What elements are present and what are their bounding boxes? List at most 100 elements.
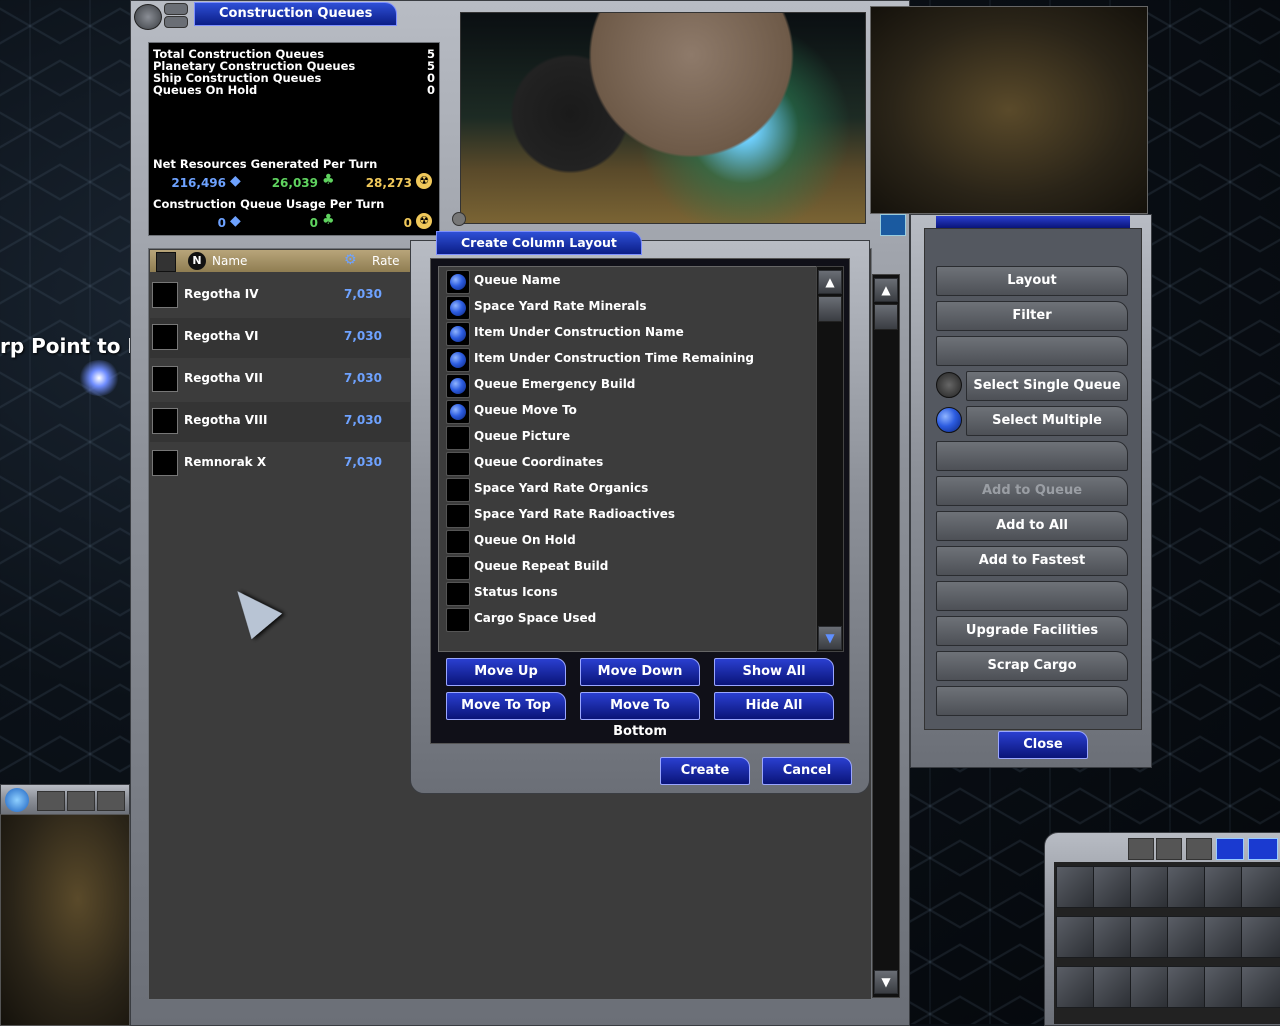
scroll-thumb[interactable]: [818, 296, 842, 322]
minimize-icon[interactable]: [164, 3, 188, 15]
fleet-icon[interactable]: [67, 791, 95, 811]
show-all-button[interactable]: Show All: [714, 658, 834, 686]
move-to-bottom-button[interactable]: Move To Bottom: [580, 692, 700, 739]
small-icon[interactable]: [452, 212, 466, 226]
toolbox-tool-icon[interactable]: [1130, 916, 1170, 958]
column-option[interactable]: Queue Name: [444, 269, 814, 295]
column-option[interactable]: Item Under Construction Time Remaining: [444, 347, 814, 373]
column-checkbox[interactable]: [446, 296, 470, 320]
column-checkbox[interactable]: [446, 348, 470, 372]
table-row[interactable]: Regotha IV 7,030: [150, 276, 410, 316]
hide-all-button[interactable]: Hide All: [714, 692, 834, 720]
toolbox-tool-icon[interactable]: [1130, 866, 1170, 908]
toolbox-tool-icon[interactable]: [1167, 866, 1207, 908]
move-down-button[interactable]: Move Down: [580, 658, 700, 686]
toolbox-tool-icon[interactable]: [1241, 916, 1280, 958]
column-option[interactable]: Queue Repeat Build: [444, 555, 814, 581]
column-checkbox[interactable]: [446, 504, 470, 528]
column-option[interactable]: Cargo Space Used: [444, 607, 814, 633]
table-scrollbar[interactable]: [872, 274, 900, 998]
toolbox-tool-icon[interactable]: [1241, 866, 1280, 908]
sector-map[interactable]: [870, 6, 1148, 214]
column-checkbox[interactable]: [446, 374, 470, 398]
window-menu-icon[interactable]: [134, 4, 162, 30]
move-to-top-button[interactable]: Move To Top: [446, 692, 566, 720]
scroll-down-button[interactable]: ▼: [818, 626, 842, 650]
create-button[interactable]: Create: [660, 757, 750, 785]
toolbox-tab-icon[interactable]: [1216, 838, 1244, 860]
upgrade-facilities-button[interactable]: Upgrade Facilities: [936, 616, 1128, 646]
name-sort-icon[interactable]: N: [188, 252, 206, 270]
select-multiple-radio[interactable]: [936, 407, 962, 433]
table-row[interactable]: Regotha VII 7,030: [150, 360, 410, 400]
toolbox-tool-icon[interactable]: [1167, 916, 1207, 958]
add-to-all-button[interactable]: Add to All: [936, 511, 1128, 541]
column-checkbox[interactable]: [446, 322, 470, 346]
column-option[interactable]: Space Yard Rate Organics: [444, 477, 814, 503]
column-list-scrollbar[interactable]: [816, 266, 844, 652]
minimap[interactable]: [0, 814, 130, 1026]
filter-button[interactable]: Filter: [936, 301, 1128, 331]
sector-map-toggle-icon[interactable]: [880, 214, 906, 236]
ship-icon[interactable]: [37, 791, 65, 811]
galaxy-icon[interactable]: [5, 788, 29, 812]
toolbox-tool-icon[interactable]: [1167, 966, 1207, 1008]
table-row[interactable]: Remnorak X 7,030: [150, 444, 410, 484]
column-checkbox[interactable]: [446, 478, 470, 502]
column-option[interactable]: Item Under Construction Name: [444, 321, 814, 347]
toolbox-tool-icon[interactable]: [1204, 866, 1244, 908]
scroll-up-button[interactable]: ▲: [818, 270, 842, 294]
cancel-button[interactable]: Cancel: [762, 757, 852, 785]
add-to-queue-button[interactable]: Add to Queue: [936, 476, 1128, 506]
toolbox-tool-icon[interactable]: [1130, 966, 1170, 1008]
toolbox-tab-icon[interactable]: [1248, 838, 1278, 860]
select-single-queue-button[interactable]: Select Single Queue: [966, 371, 1128, 401]
scroll-down-button[interactable]: ▼: [874, 970, 898, 994]
table-row[interactable]: Regotha VIII 7,030: [150, 402, 410, 442]
column-option[interactable]: Space Yard Rate Minerals: [444, 295, 814, 321]
toolbox-tab-icon[interactable]: [1128, 838, 1154, 860]
column-checkbox[interactable]: [446, 270, 470, 294]
column-checkbox[interactable]: [446, 556, 470, 580]
select-single-radio[interactable]: [936, 372, 962, 398]
column-option[interactable]: Status Icons: [444, 581, 814, 607]
maximize-icon[interactable]: [164, 16, 188, 28]
close-button[interactable]: Close: [998, 731, 1088, 759]
column-option[interactable]: Queue On Hold: [444, 529, 814, 555]
column-option[interactable]: Queue Emergency Build: [444, 373, 814, 399]
clipboard-icon[interactable]: [156, 252, 176, 272]
toolbox-tool-icon[interactable]: [1093, 966, 1133, 1008]
column-option[interactable]: Queue Picture: [444, 425, 814, 451]
toolbox-tool-icon[interactable]: [1204, 966, 1244, 1008]
column-checkbox[interactable]: [446, 400, 470, 424]
table-row[interactable]: Regotha VI 7,030: [150, 318, 410, 358]
select-multiple-queues-button[interactable]: Select Multiple Queues: [966, 406, 1128, 456]
column-option[interactable]: Queue Coordinates: [444, 451, 814, 477]
column-option[interactable]: Queue Move To: [444, 399, 814, 425]
toolbox-tab-icon[interactable]: [1186, 838, 1212, 860]
add-to-fastest-button[interactable]: Add to Fastest: [936, 546, 1128, 576]
scroll-up-button[interactable]: ▲: [874, 278, 898, 302]
column-checkbox[interactable]: [446, 582, 470, 606]
scroll-thumb[interactable]: [874, 304, 898, 330]
toolbox-tool-icon[interactable]: [1056, 866, 1096, 908]
column-option[interactable]: Space Yard Rate Radioactives: [444, 503, 814, 529]
column-checkbox[interactable]: [446, 608, 470, 632]
toolbox-tool-icon[interactable]: [1093, 866, 1133, 908]
toolbox-tool-icon[interactable]: [1241, 966, 1280, 1008]
toolbox-tool-icon[interactable]: [1093, 916, 1133, 958]
star-icon[interactable]: [78, 360, 120, 396]
troop-icon[interactable]: [97, 791, 125, 811]
toolbox-tool-icon[interactable]: [1056, 916, 1096, 958]
column-checkbox[interactable]: [446, 530, 470, 554]
column-checkbox[interactable]: [446, 452, 470, 476]
toolbox-tool-icon[interactable]: [1056, 966, 1096, 1008]
layout-button[interactable]: Layout: [936, 266, 1128, 296]
scrap-cargo-button[interactable]: Scrap Cargo: [936, 651, 1128, 681]
name-column-header[interactable]: Name: [212, 254, 247, 268]
move-up-button[interactable]: Move Up: [446, 658, 566, 686]
toolbox-tool-icon[interactable]: [1204, 916, 1244, 958]
column-checkbox[interactable]: [446, 426, 470, 450]
toolbox-tab-icon[interactable]: [1156, 838, 1182, 860]
rate-column-header[interactable]: Rate: [372, 254, 400, 268]
